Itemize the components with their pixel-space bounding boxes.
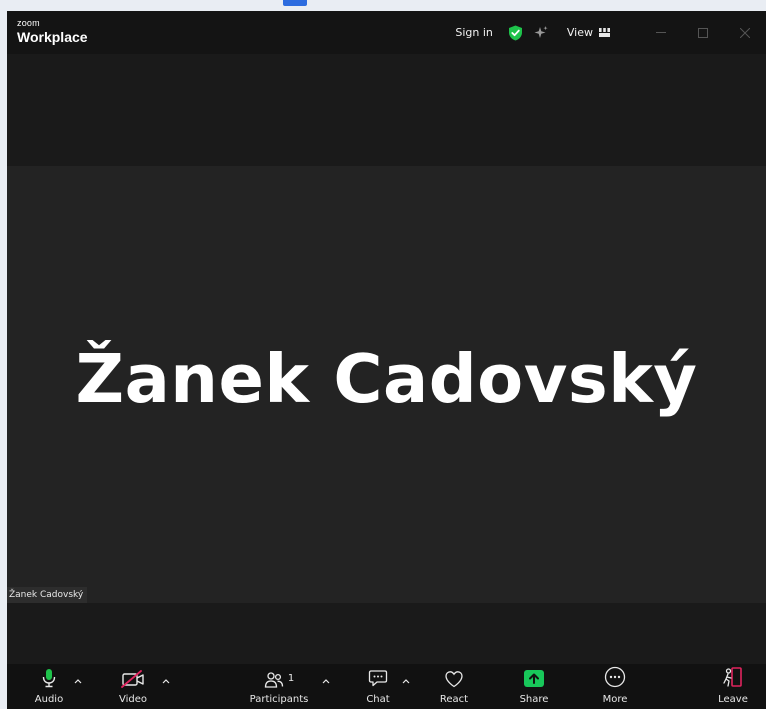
audio-button[interactable]: Audio bbox=[29, 664, 69, 709]
audio-label: Audio bbox=[34, 694, 64, 705]
sign-in-link[interactable]: Sign in bbox=[455, 26, 493, 39]
minimize-icon bbox=[656, 31, 666, 33]
meeting-toolbar: Audio Video 1 Participants Chat React Sh… bbox=[7, 664, 766, 709]
audio-options-chevron-up-icon[interactable] bbox=[72, 675, 84, 687]
brand-top: zoom bbox=[17, 18, 40, 28]
brand-main: Workplace bbox=[17, 29, 88, 45]
more-options-icon bbox=[604, 664, 626, 690]
heart-icon bbox=[444, 664, 464, 690]
react-label: React bbox=[439, 694, 469, 705]
participants-options-chevron-up-icon[interactable] bbox=[320, 675, 332, 687]
sparkle-icon[interactable] bbox=[533, 25, 549, 41]
maximize-button[interactable] bbox=[682, 11, 724, 54]
video-area-bottom bbox=[7, 603, 766, 664]
video-options-chevron-up-icon[interactable] bbox=[160, 675, 172, 687]
maximize-icon bbox=[698, 27, 708, 38]
title-bar: zoom Workplace Sign in View bbox=[7, 11, 766, 54]
participants-icon bbox=[264, 672, 283, 688]
react-button[interactable]: React bbox=[435, 664, 473, 709]
grid-view-icon bbox=[599, 28, 610, 37]
chat-icon bbox=[368, 664, 388, 690]
participant-name-tag: Žanek Cadovský bbox=[7, 587, 88, 603]
video-label: Video bbox=[118, 694, 148, 705]
desktop-accent bbox=[283, 0, 307, 6]
shield-check-icon[interactable] bbox=[507, 24, 525, 42]
share-screen-icon bbox=[523, 664, 545, 690]
title-actions: Sign in View bbox=[455, 11, 766, 54]
leave-button[interactable]: Leave bbox=[713, 664, 753, 709]
microphone-icon bbox=[41, 664, 57, 690]
participants-label: Participants bbox=[249, 694, 309, 705]
share-label: Share bbox=[519, 694, 549, 705]
participant-video-tile[interactable]: Žanek Cadovský bbox=[7, 166, 766, 603]
app-logo: zoom Workplace bbox=[17, 18, 88, 45]
chat-options-chevron-up-icon[interactable] bbox=[400, 675, 412, 687]
participants-button[interactable]: 1 Participants bbox=[247, 664, 311, 709]
close-button[interactable] bbox=[724, 11, 766, 54]
view-label: View bbox=[566, 26, 593, 39]
video-button[interactable]: Video bbox=[113, 664, 153, 709]
chat-button[interactable]: Chat bbox=[361, 664, 395, 709]
participants-icon-wrap: 1 bbox=[264, 664, 294, 690]
close-icon bbox=[740, 27, 750, 38]
video-area-top bbox=[7, 54, 766, 166]
more-label: More bbox=[602, 694, 628, 705]
share-button[interactable]: Share bbox=[514, 664, 554, 709]
more-button[interactable]: More bbox=[596, 664, 634, 709]
leave-icon bbox=[722, 664, 744, 690]
minimize-button[interactable] bbox=[640, 11, 682, 54]
leave-label: Leave bbox=[718, 694, 748, 705]
chat-label: Chat bbox=[366, 694, 390, 705]
video-off-icon bbox=[121, 664, 145, 690]
zoom-meeting-window: zoom Workplace Sign in View Žanek Cadovs… bbox=[7, 11, 766, 709]
participants-count: 1 bbox=[287, 673, 295, 684]
participant-display-name: Žanek Cadovský bbox=[75, 339, 698, 418]
view-button[interactable]: View bbox=[567, 26, 610, 39]
